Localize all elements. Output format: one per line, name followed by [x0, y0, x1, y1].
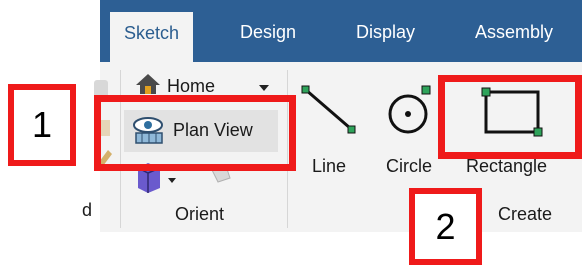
- tab-sketch[interactable]: Sketch: [110, 12, 194, 62]
- workspace-area: [0, 232, 582, 265]
- line-button[interactable]: Line: [312, 156, 346, 177]
- callout-1: 1: [8, 84, 76, 166]
- tab-design[interactable]: Design: [240, 17, 296, 62]
- chevron-down-icon[interactable]: [258, 84, 270, 92]
- tab-display[interactable]: Display: [356, 17, 415, 62]
- tab-assembly[interactable]: Assembly: [475, 17, 553, 62]
- rectangle-highlight: [438, 75, 582, 159]
- rectangle-button[interactable]: Rectangle: [466, 156, 547, 177]
- orient-group-label: Orient: [175, 204, 225, 224]
- plan-view-highlight: [94, 95, 296, 171]
- callout-2: 2: [409, 188, 482, 265]
- clipped-group-label: d: [82, 200, 93, 220]
- circle-tool-icon: [388, 85, 431, 134]
- line-tool-icon: [301, 85, 356, 134]
- ribbon-tab-bar: Sketch Design Display Assembly: [100, 0, 582, 62]
- home-button-label[interactable]: Home: [167, 76, 215, 97]
- home-icon: [136, 74, 160, 94]
- circle-button[interactable]: Circle: [386, 156, 432, 177]
- create-group-label: Create: [498, 204, 553, 224]
